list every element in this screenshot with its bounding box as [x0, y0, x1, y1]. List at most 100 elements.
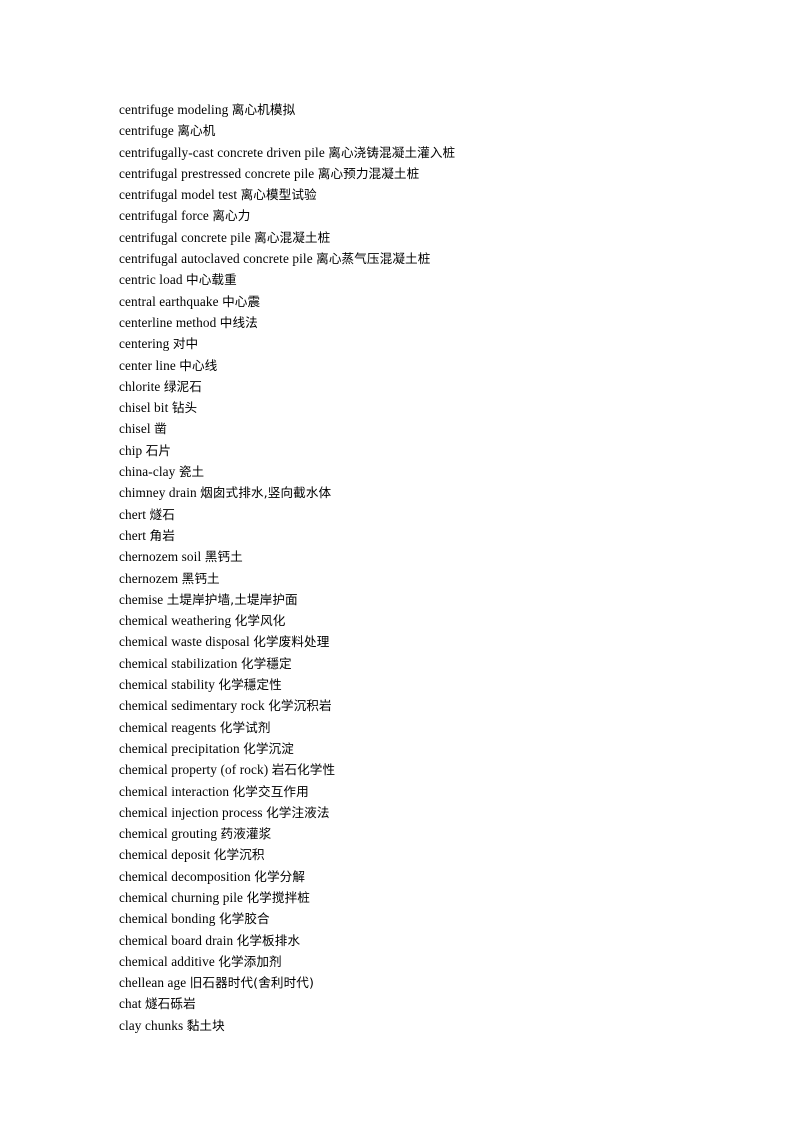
- entry-term: china-clay: [119, 464, 176, 480]
- entry-gloss: 化学注液法: [266, 804, 330, 820]
- entry-gloss: 黏土块: [186, 1017, 225, 1033]
- entry-gloss: 凿: [154, 421, 167, 437]
- entry-gloss: 离心力: [212, 208, 251, 224]
- entry-gloss: 化学板排水: [236, 932, 301, 948]
- entry-term: chimney drain: [119, 485, 197, 501]
- entry-term: chemical board drain: [119, 932, 234, 948]
- entry-gloss: 土堤岸护墙,土堤岸护面: [166, 591, 298, 607]
- entry-term: centrifugal model test: [119, 187, 238, 203]
- glossary-entry: chemical interaction 化学交互作用: [119, 781, 719, 802]
- glossary-entry: center line 中心线: [119, 355, 719, 376]
- glossary-entry: centerline method 中线法: [119, 312, 719, 333]
- glossary-entry: chemical additive 化学添加剂: [119, 951, 719, 972]
- glossary-entry: chat 燧石砾岩: [119, 993, 719, 1014]
- entry-term: centrifugal force: [119, 208, 209, 224]
- entry-term: chemical waste disposal: [119, 634, 250, 650]
- entry-gloss: 化学沉淀: [243, 740, 294, 756]
- entry-term: center line: [119, 357, 176, 373]
- glossary-entry: chernozem soil 黑钙土: [119, 546, 719, 567]
- entry-gloss: 中心载重: [186, 272, 237, 288]
- entry-gloss: 中心震: [222, 293, 261, 309]
- entry-gloss: 化学胶合: [218, 911, 270, 927]
- entry-term: chemical decomposition: [119, 868, 251, 884]
- glossary-entry: chisel 凿: [119, 418, 719, 439]
- entry-gloss: 绿泥石: [163, 378, 202, 394]
- entry-gloss: 中心线: [179, 357, 218, 373]
- entry-term: centrifuge modeling: [119, 102, 229, 117]
- entry-gloss: 化学沉积岩: [268, 698, 332, 714]
- entry-term: clay chunks: [119, 1017, 184, 1033]
- entry-term: centrifugal prestressed concrete pile: [119, 165, 315, 181]
- entry-gloss: 角岩: [149, 527, 175, 543]
- entry-term: chemical grouting: [119, 826, 218, 842]
- entry-gloss: 化学穩定性: [218, 677, 282, 693]
- document-page: centrifuge modeling 离心机模拟 centrifuge 离心机 c…: [0, 0, 794, 1123]
- entry-gloss: 瓷土: [178, 464, 205, 480]
- glossary-entry: chemical sedimentary rock 化学沉积岩: [119, 695, 719, 716]
- entry-gloss: 离心混凝土桩: [254, 229, 331, 245]
- entry-term: chat: [119, 996, 142, 1012]
- entry-gloss: 化学添加剂: [218, 953, 282, 969]
- glossary-entry: chemical stability 化学穩定性: [119, 674, 719, 695]
- glossary-entry: chisel bit 钻头: [119, 397, 719, 418]
- glossary-entry: centrifugal autoclaved concrete pile 离心蒸…: [119, 248, 719, 269]
- entry-term: chemical weathering: [119, 613, 232, 629]
- entry-gloss: 对中: [172, 336, 199, 352]
- entry-term: centering: [119, 336, 170, 352]
- entry-gloss: 离心机模拟: [231, 102, 296, 117]
- entry-term: chemical reagents: [119, 719, 217, 735]
- entry-gloss: 钻头: [171, 400, 198, 416]
- entry-gloss: 离心预力混凝土桩: [317, 165, 420, 181]
- glossary-entry: centrifugal force 离心力: [119, 205, 719, 226]
- glossary-entry: centering 对中: [119, 333, 719, 354]
- entry-term: chellean age: [119, 975, 187, 991]
- entry-term: chisel: [119, 421, 151, 437]
- entry-gloss: 燧石: [149, 506, 175, 522]
- entry-term: chip: [119, 442, 143, 458]
- entry-gloss: 化学分解: [254, 868, 306, 884]
- entry-term: chemical interaction: [119, 783, 230, 799]
- entry-gloss: 燧石砾岩: [144, 996, 196, 1012]
- glossary-entry-list: centrifuge modeling 离心机模拟 centrifuge 离心机 c…: [119, 99, 719, 1036]
- glossary-entry: chemical stabilization 化学穩定: [119, 653, 719, 674]
- glossary-entry: chemical injection process 化学注液法: [119, 802, 719, 823]
- glossary-entry: centrifugally-cast concrete driven pile …: [119, 142, 719, 163]
- glossary-entry: chemical weathering 化学风化: [119, 610, 719, 631]
- glossary-entry: chemical deposit 化学沉积: [119, 844, 719, 865]
- entry-term: chemical precipitation: [119, 740, 240, 756]
- glossary-entry: centrifugal concrete pile 离心混凝土桩: [119, 227, 719, 248]
- entry-term: chemical deposit: [119, 847, 211, 863]
- entry-term: centerline method: [119, 314, 217, 330]
- glossary-entry: chemical grouting 药液灌浆: [119, 823, 719, 844]
- glossary-entry: chemical reagents 化学试剂: [119, 717, 719, 738]
- glossary-entry: chemise 土堤岸护墙,土堤岸护面: [119, 589, 719, 610]
- glossary-entry: chemical decomposition 化学分解: [119, 866, 719, 887]
- glossary-entry: chellean age 旧石器时代(舍利时代): [119, 972, 719, 993]
- glossary-entry: chemical bonding 化学胶合: [119, 908, 719, 929]
- entry-term: chemical injection process: [119, 804, 263, 820]
- entry-term: chernozem: [119, 570, 179, 586]
- glossary-entry: chemical waste disposal 化学废料处理: [119, 631, 719, 652]
- entry-gloss: 化学风化: [234, 613, 286, 629]
- entry-term: centrifugal concrete pile: [119, 229, 251, 245]
- entry-gloss: 离心蒸气压混凝土桩: [316, 251, 431, 267]
- glossary-entry: chert 燧石: [119, 504, 719, 525]
- entry-term: chernozem soil: [119, 549, 202, 565]
- entry-gloss: 烟囱式排水,竖向截水体: [200, 485, 332, 501]
- entry-term: centrifugally-cast concrete driven pile: [119, 144, 325, 160]
- entry-term: central earthquake: [119, 293, 219, 309]
- entry-term: chemical bonding: [119, 911, 216, 927]
- entry-term: chemical stability: [119, 677, 215, 693]
- entry-gloss: 岩石化学性: [271, 762, 336, 778]
- glossary-entry: chemical board drain 化学板排水: [119, 930, 719, 951]
- glossary-entry: china-clay 瓷土: [119, 461, 719, 482]
- entry-gloss: 化学废料处理: [253, 634, 330, 650]
- entry-term: chemical churning pile: [119, 889, 244, 905]
- glossary-entry: chlorite 绿泥石: [119, 376, 719, 397]
- glossary-entry: chemical churning pile 化学搅拌桩: [119, 887, 719, 908]
- entry-gloss: 旧石器时代(舍利时代): [189, 975, 314, 991]
- entry-gloss: 药液灌浆: [220, 826, 272, 842]
- glossary-entry: centrifugal model test 离心模型试验: [119, 184, 719, 205]
- glossary-entry: centrifuge modeling 离心机模拟: [119, 99, 719, 120]
- entry-term: chert: [119, 506, 147, 522]
